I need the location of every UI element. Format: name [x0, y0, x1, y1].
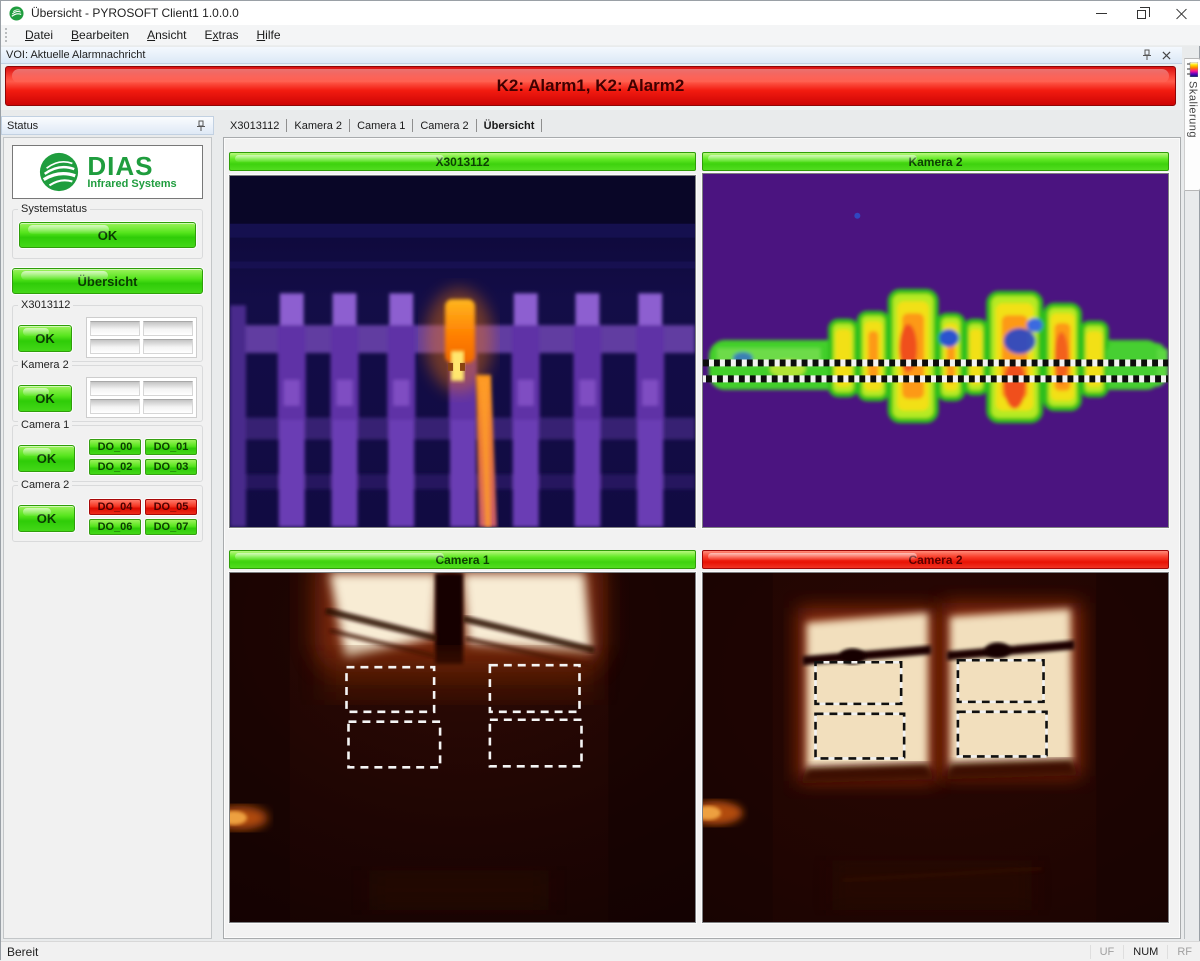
group-label: X3013112 [18, 299, 73, 311]
menu-bar: Datei Bearbeiten Ansicht Extras Hilfe [1, 25, 1200, 46]
group-label: Kamera 2 [18, 359, 72, 371]
statusbar-uf-indicator: UF [1090, 945, 1124, 959]
indicator-lamp [90, 381, 140, 396]
skalierung-tab-label: Skalierung [1187, 81, 1199, 138]
tab-kamera-2[interactable]: Kamera 2 [287, 118, 349, 135]
restore-icon [1137, 10, 1146, 19]
group-kamera-2: Kamera 2 OK [12, 365, 203, 422]
status-panel-header: Status [1, 116, 214, 135]
view-header-x3013112: X3013112 [229, 152, 696, 171]
do-02-button[interactable]: DO_02 [89, 459, 141, 475]
camera1-outputs: DO_00 DO_01 DO_02 DO_03 [89, 439, 197, 475]
tab-camera-1[interactable]: Camera 1 [350, 118, 412, 135]
restore-button[interactable] [1121, 1, 1161, 25]
menu-extras[interactable]: Extras [195, 26, 247, 44]
menu-ansicht[interactable]: Ansicht [138, 26, 195, 44]
right-edge-divider [1184, 191, 1185, 939]
status-panel: Status DIAS Infrared Systems Systemstatu… [1, 116, 214, 939]
indicator-lamp [90, 339, 140, 354]
menu-datei[interactable]: Datei [16, 26, 62, 44]
logo-name: DIAS [87, 154, 176, 178]
pin-icon[interactable] [1139, 48, 1155, 62]
alarm-banner: K2: Alarm1, K2: Alarm2 [5, 66, 1176, 106]
status-panel-title: Status [7, 120, 193, 132]
indicator-lamp [143, 321, 193, 336]
status-panel-body: DIAS Infrared Systems Systemstatus OK Üb… [3, 137, 212, 939]
overview-panel: X3013112 Kamera 2 Camera 1 Camera 2 [223, 137, 1181, 939]
alarm-message: K2: Alarm1, K2: Alarm2 [497, 76, 685, 96]
logo-subtitle: Infrared Systems [87, 178, 176, 190]
voi-panel-title: VOI: Aktuelle Alarmnachricht [6, 49, 1139, 61]
camera2-outputs: DO_04 DO_05 DO_06 DO_07 [89, 499, 197, 535]
status-bar: Bereit UF NUM RF [1, 941, 1200, 961]
x3013112-thermal-image [229, 175, 696, 528]
indicator-lamp [90, 321, 140, 336]
do-01-button[interactable]: DO_01 [145, 439, 197, 455]
overview-button[interactable]: Übersicht [12, 268, 203, 294]
camera1-thermal-image [229, 572, 696, 923]
tab-uebersicht[interactable]: Übersicht [477, 118, 542, 135]
x3013112-ok-button[interactable]: OK [18, 325, 72, 352]
tab-x3013112[interactable]: X3013112 [223, 118, 286, 135]
tab-separator [541, 119, 542, 132]
do-06-button[interactable]: DO_06 [89, 519, 141, 535]
do-04-button[interactable]: DO_04 [89, 499, 141, 515]
camera2-ok-button[interactable]: OK [18, 505, 75, 532]
tab-camera-2[interactable]: Camera 2 [413, 118, 475, 135]
menu-grip[interactable] [5, 28, 8, 42]
panel-close-icon[interactable] [1158, 48, 1174, 62]
systemstatus-ok-button[interactable]: OK [19, 222, 196, 248]
group-x3013112: X3013112 OK [12, 305, 203, 362]
group-camera-2: Camera 2 OK DO_04 DO_05 DO_06 DO_07 [12, 485, 203, 542]
tab-skalierung-collapsed[interactable]: Skalierung [1184, 58, 1200, 191]
do-03-button[interactable]: DO_03 [145, 459, 197, 475]
kamera2-ok-button[interactable]: OK [18, 385, 72, 412]
app-logo-icon [9, 6, 24, 21]
minimize-icon [1096, 13, 1107, 14]
dias-logo-icon [38, 151, 80, 193]
menu-bearbeiten[interactable]: Bearbeiten [62, 26, 138, 44]
view-tab-strip: X3013112 Kamera 2 Camera 1 Camera 2 Über… [223, 116, 542, 135]
view-header-kamera-2: Kamera 2 [702, 152, 1169, 171]
group-systemstatus: Systemstatus OK [12, 209, 203, 259]
close-icon [1176, 8, 1187, 19]
statusbar-num-indicator: NUM [1123, 945, 1167, 959]
statusbar-ready-text: Bereit [7, 945, 1090, 959]
indicator-lamp [143, 381, 193, 396]
group-label: Systemstatus [18, 203, 90, 215]
pin-icon[interactable] [193, 119, 209, 133]
close-button[interactable] [1161, 1, 1200, 25]
do-05-button[interactable]: DO_05 [145, 499, 197, 515]
statusbar-rf-indicator: RF [1167, 945, 1200, 959]
x3013112-indicator-lamps [86, 317, 197, 358]
group-label: Camera 1 [18, 419, 72, 431]
window-title: Übersicht - PYROSOFT Client1 1.0.0.0 [31, 6, 239, 20]
color-scale-icon [1187, 62, 1198, 77]
alarm-zone: K2: Alarm1, K2: Alarm2 [1, 64, 1182, 110]
kamera2-indicator-lamps [86, 377, 197, 418]
dias-logo: DIAS Infrared Systems [12, 145, 203, 199]
group-camera-1: Camera 1 OK DO_00 DO_01 DO_02 DO_03 [12, 425, 203, 482]
do-00-button[interactable]: DO_00 [89, 439, 141, 455]
view-header-camera-1: Camera 1 [229, 550, 696, 569]
menu-hilfe[interactable]: Hilfe [248, 26, 290, 44]
voi-panel-header: VOI: Aktuelle Alarmnachricht [1, 47, 1182, 64]
camera1-ok-button[interactable]: OK [18, 445, 75, 472]
view-header-camera-2: Camera 2 [702, 550, 1169, 569]
kamera2-thermal-image [702, 173, 1169, 528]
title-bar: Übersicht - PYROSOFT Client1 1.0.0.0 [1, 1, 1200, 25]
indicator-lamp [143, 339, 193, 354]
indicator-lamp [143, 399, 193, 414]
group-label: Camera 2 [18, 479, 72, 491]
indicator-lamp [90, 399, 140, 414]
do-07-button[interactable]: DO_07 [145, 519, 197, 535]
minimize-button[interactable] [1081, 1, 1121, 25]
camera2-thermal-image [702, 572, 1169, 923]
